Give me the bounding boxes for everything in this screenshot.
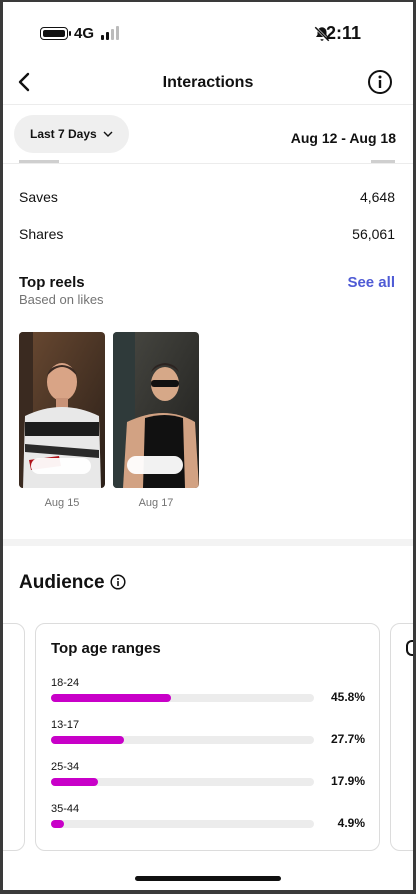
bar-track [51,736,314,744]
reel-image [113,332,199,488]
top-reels-title: Top reels [19,274,85,291]
bar-fill [51,778,99,786]
chevron-down-icon [103,131,113,137]
reel-thumbnail[interactable] [113,332,199,488]
age-range-row: 35-44 4.9% [51,803,365,830]
metric-label: Shares [19,226,64,242]
age-range-percent: 4.9% [337,816,365,830]
metric-label: Saves [19,189,58,205]
bar-track [51,694,314,702]
home-indicator[interactable] [135,876,281,881]
age-range-percent: 17.9% [330,774,365,788]
card-title: Top age ranges [51,640,161,657]
header: Interactions [3,62,413,105]
age-range-percent: 45.8% [330,690,365,704]
next-card-title-fragment [406,640,413,656]
bar-fill [51,736,124,744]
bar-wrap: 4.9% [51,816,365,830]
age-range-percent: 27.7% [330,732,365,746]
age-range-label: 25-34 [51,761,80,773]
date-filter-dropdown[interactable]: Last 7 Days [14,115,129,153]
bar-wrap: 17.9% [51,774,365,788]
status-bar: 4G 2:11 [3,2,413,62]
age-range-row: 18-24 45.8% [51,677,365,704]
bar-wrap: 45.8% [51,690,365,704]
metric-row-saves: Saves 4,648 [19,189,395,205]
audience-title: Audience [19,572,105,593]
bar-track [51,778,314,786]
network-label: 4G [74,25,95,42]
previous-card-peek[interactable]: % % % % [3,623,25,851]
date-filter-label: Last 7 Days [30,127,97,141]
info-icon[interactable] [110,574,126,590]
reel-thumbnail[interactable] [19,332,105,488]
bar-fill [51,694,172,702]
clock: 2:11 [325,23,361,43]
divider [3,163,413,164]
next-card-peek[interactable] [390,623,413,851]
top-reels-subtitle: Based on likes [19,292,104,307]
date-range: Aug 12 - Aug 18 [290,130,396,146]
signal-icon [101,26,119,40]
reel-image [19,332,105,488]
age-range-label: 18-24 [51,677,80,689]
page-title: Interactions [162,74,254,91]
reel-date: Aug 17 [138,497,174,509]
bar-fill [51,820,64,828]
age-ranges-card[interactable]: Top age ranges 18-24 45.8% 13-17 27.7% 2… [35,623,380,851]
section-divider [3,539,413,546]
screen: 4G 2:11 Interactions Last 7 Days Aug 12 … [3,2,413,890]
age-range-row: 13-17 27.7% [51,719,365,746]
age-range-label: 35-44 [51,803,80,815]
age-range-label: 13-17 [51,719,80,731]
bar-wrap: 27.7% [51,732,365,746]
reel-date: Aug 15 [44,497,80,509]
metric-value: 4,648 [359,189,395,205]
battery-icon [40,27,71,40]
metric-value: 56,061 [352,226,395,242]
info-icon[interactable] [367,69,393,95]
age-range-row: 25-34 17.9% [51,761,365,788]
bar-track [51,820,314,828]
metric-row-shares: Shares 56,061 [19,226,395,242]
see-all-link[interactable]: See all [347,274,395,291]
